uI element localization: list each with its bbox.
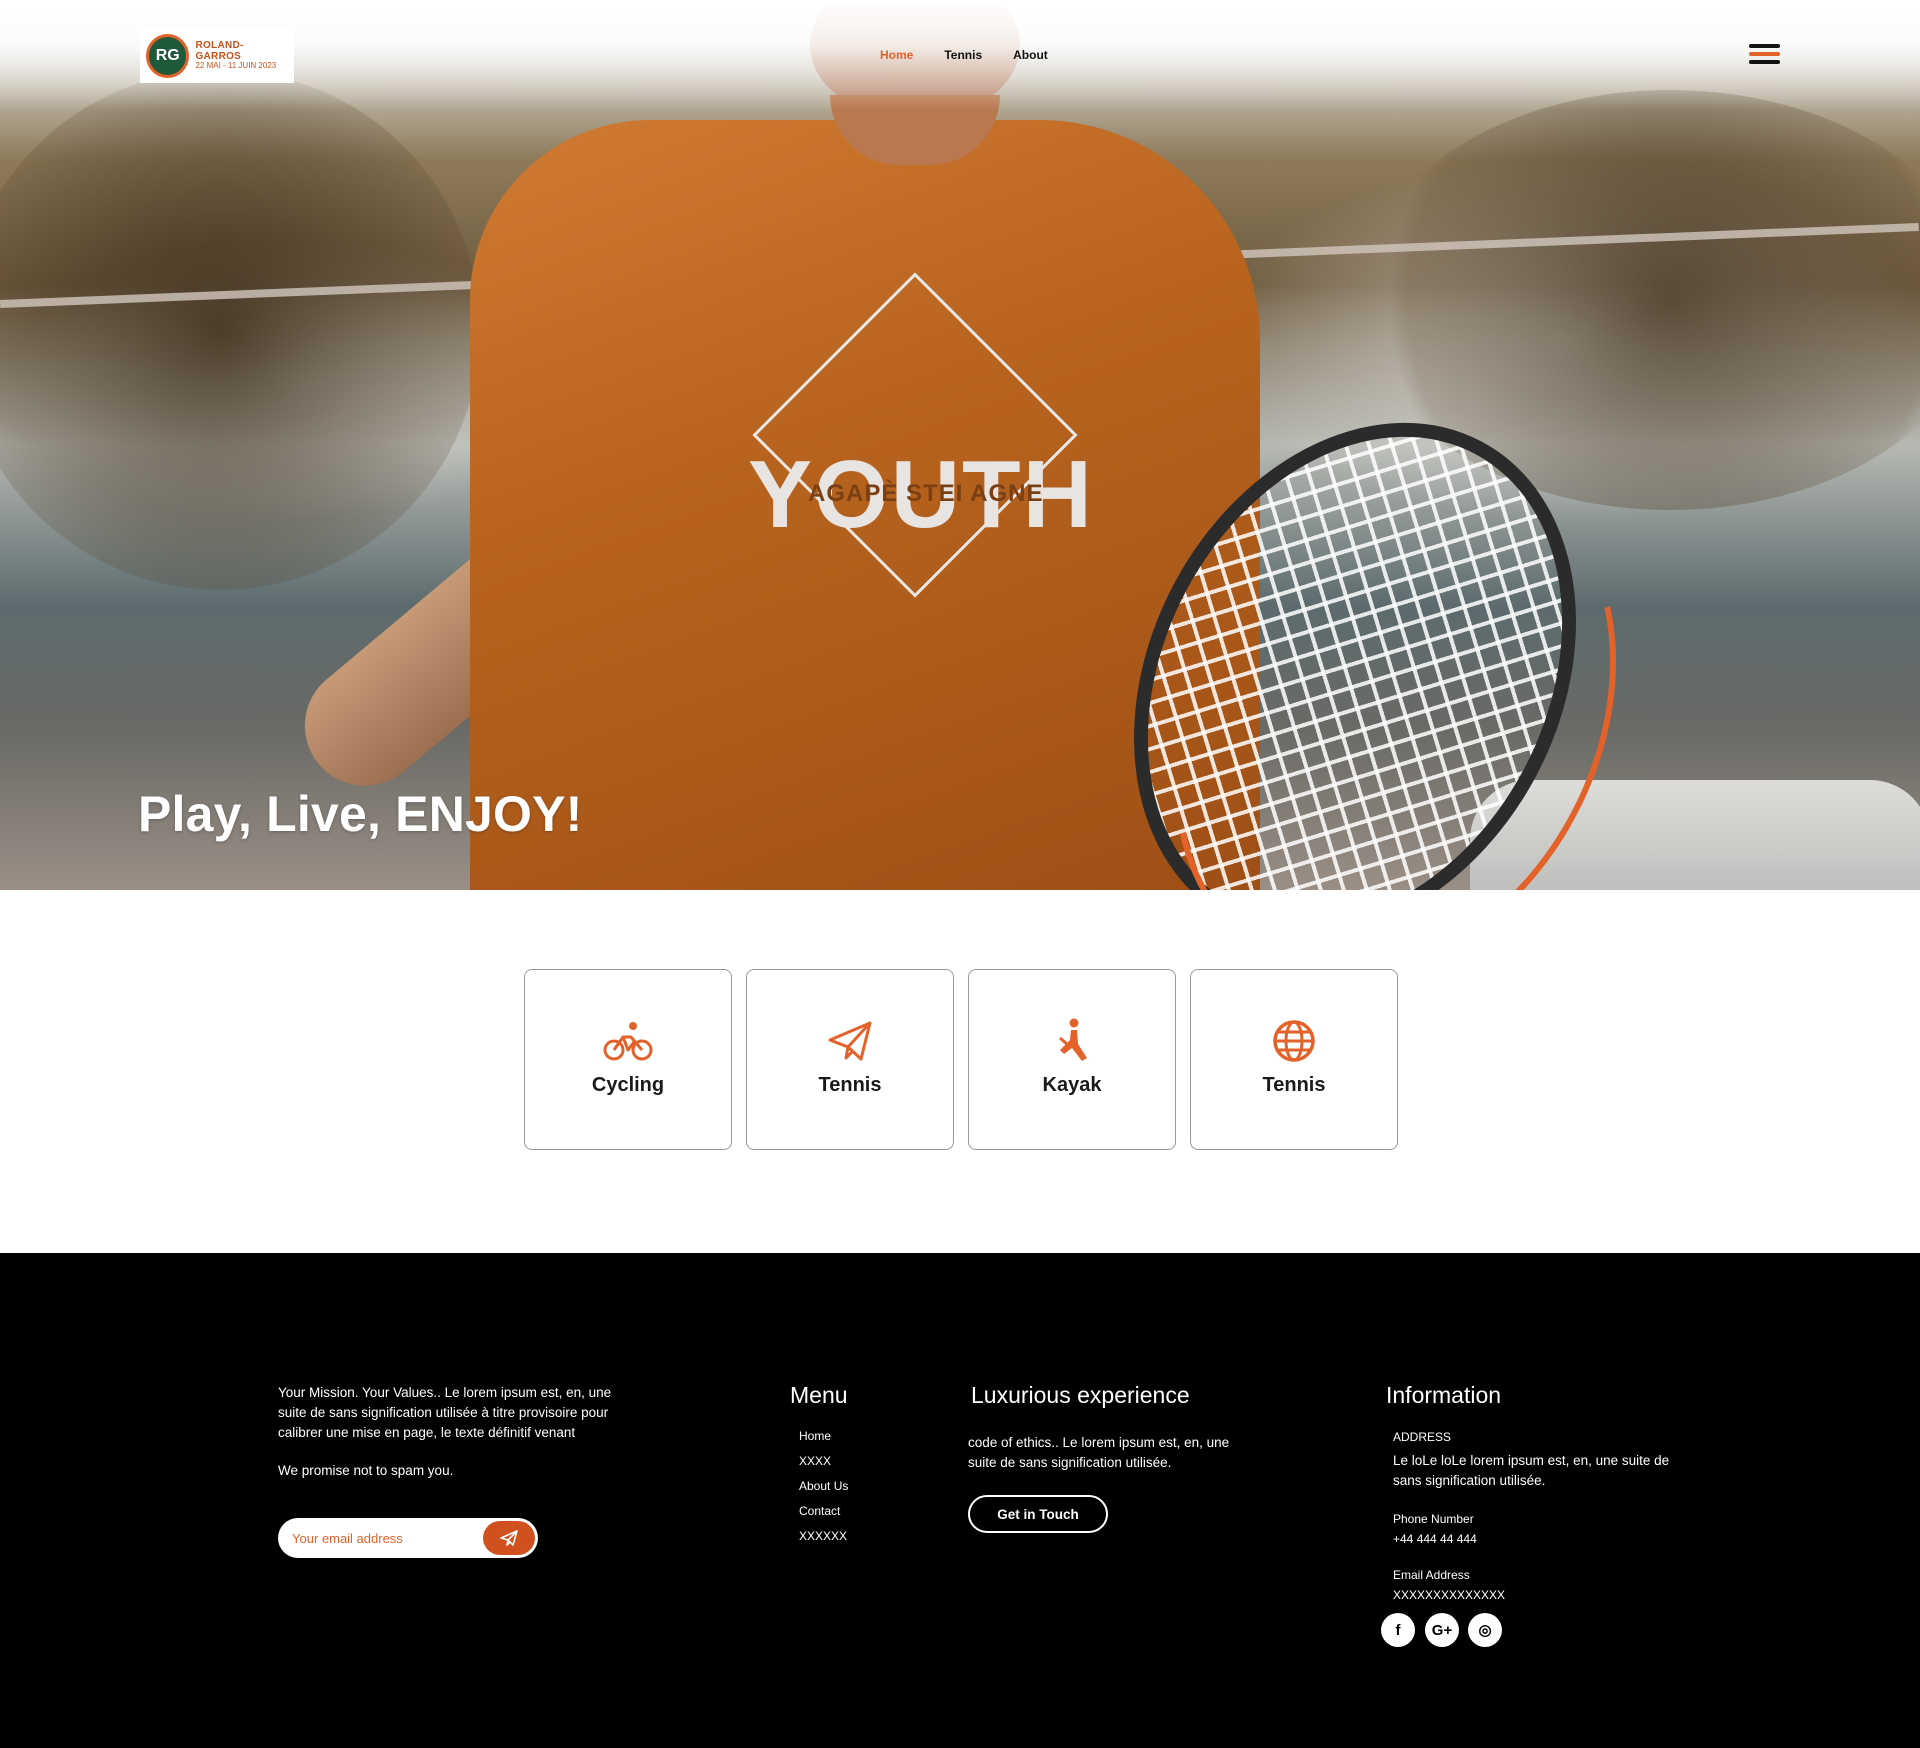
paper-plane-icon [824,1018,876,1064]
site-logo[interactable]: RG ROLAND-GARROS 22 MAI - 11 JUIN 2023 [140,28,294,83]
hero-banner: YOUTH AGAPÈ STEI AGNE [0,0,1920,890]
phone-label: Phone Number [1393,1512,1474,1526]
footer [0,1253,1920,1748]
nav-link-tennis[interactable]: Tennis [944,48,982,62]
footer-menu-heading: Menu [790,1382,848,1408]
card-label: Cycling [591,1074,665,1096]
footer-menu-item[interactable]: XXXX [799,1454,848,1479]
footer-spam-note: We promise not to spam you. [278,1463,454,1478]
hamburger-line-middle [1749,52,1780,56]
footer-lux-heading: Luxurious experience [971,1382,1190,1408]
logo-dates: 22 MAI - 11 JUIN 2023 [195,61,277,71]
email-value: XXXXXXXXXXXXXX [1393,1588,1506,1602]
card-tennis-globe[interactable]: Tennis [1190,969,1398,1150]
logo-title: ROLAND-GARROS [195,40,244,63]
hamburger-line-top [1749,44,1780,48]
footer-menu-item[interactable]: XXXXXX [799,1529,848,1554]
address-label: ADDRESS [1393,1430,1452,1444]
get-in-touch-button[interactable]: Get in Touch [968,1495,1108,1533]
nav-link-about[interactable]: About [1013,48,1048,62]
globe-icon [1268,1018,1320,1064]
email-label: Email Address [1393,1568,1470,1582]
footer-info-heading: Information [1386,1382,1502,1408]
send-icon [500,1530,518,1546]
activity-cards: Cycling Tennis Kayak Tennis [524,969,1398,1150]
card-kayak[interactable]: Kayak [968,969,1176,1150]
hero-heading: Play, Live, ENJOY! [138,786,583,842]
hamburger-icon[interactable] [1749,44,1780,64]
google-plus-icon[interactable]: G+ [1425,1613,1459,1647]
shirt-print-subtext: AGAPÈ STEI AGNE [808,480,1044,507]
card-label: Tennis [818,1074,882,1096]
facebook-icon[interactable]: f [1381,1613,1415,1647]
footer-menu: Home XXXX About Us Contact XXXXXX [799,1429,848,1554]
person-icon [1046,1018,1098,1064]
main-nav: Home Tennis About [880,48,1048,62]
footer-menu-item[interactable]: Contact [799,1504,848,1529]
nav-link-home[interactable]: Home [880,48,913,62]
card-label: Tennis [1262,1074,1326,1096]
footer-mission-text: Your Mission. Your Values.. Le lorem ips… [278,1385,612,1440]
footer-lux-text: code of ethics.. Le lorem ipsum est, en,… [968,1435,1230,1470]
hamburger-line-bottom [1749,60,1780,64]
card-label: Kayak [1042,1074,1102,1096]
logo-mark: RG [155,46,180,64]
instagram-icon[interactable]: ◎ [1468,1613,1502,1647]
email-input[interactable] [292,1530,472,1546]
logo-text: ROLAND-GARROS 22 MAI - 11 JUIN 2023 [195,40,288,71]
send-button[interactable] [483,1521,535,1555]
background-trees-left [0,70,480,590]
bicycle-icon [602,1018,654,1064]
card-cycling[interactable]: Cycling [524,969,732,1150]
card-tennis[interactable]: Tennis [746,969,954,1150]
footer-menu-item[interactable]: Home [799,1429,848,1454]
address-text: Le loLe loLe lorem ipsum est, en, une su… [1393,1453,1670,1488]
newsletter-form [278,1518,538,1558]
phone-value: +44 444 44 444 [1393,1532,1477,1546]
footer-menu-item[interactable]: About Us [799,1479,848,1504]
logo-emblem: RG [146,33,190,78]
